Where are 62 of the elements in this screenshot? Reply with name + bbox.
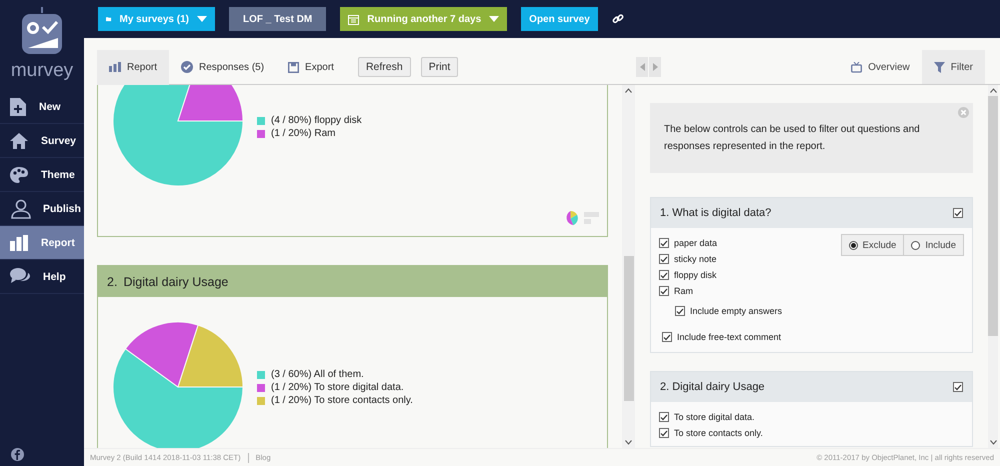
legend-label: (1 / 20%) To store digital data. xyxy=(271,382,404,393)
checkbox[interactable] xyxy=(659,254,669,264)
group-title: 2. Digital dairy Usage xyxy=(660,381,765,393)
bar-chart-icon xyxy=(9,234,29,252)
checkbox[interactable] xyxy=(659,270,669,280)
group-title: 1. What is digital data? xyxy=(660,207,772,219)
check-circle-icon xyxy=(181,61,194,73)
report-tab[interactable]: Report xyxy=(97,50,170,84)
people-icon xyxy=(9,198,31,218)
calendar-icon xyxy=(348,14,360,24)
sidebar-item[interactable]: Report xyxy=(0,226,84,260)
option-label: Include empty answers xyxy=(690,306,782,316)
right-triangle-icon xyxy=(652,63,658,71)
option-label: Ram xyxy=(674,286,694,296)
option-label: Include free-text comment xyxy=(677,332,782,342)
checkbox[interactable] xyxy=(659,238,669,248)
legend-label: (3 / 60%) All of them. xyxy=(271,369,364,380)
question-title: Digital dairy Usage xyxy=(123,274,228,288)
option-label: sticky note xyxy=(674,254,717,264)
home-icon xyxy=(9,132,29,150)
caret-icon xyxy=(489,16,500,22)
radio-button[interactable] xyxy=(911,240,920,250)
option-label: To store digital data. xyxy=(674,412,755,422)
radio-button[interactable] xyxy=(848,240,858,250)
print-button[interactable]: Print xyxy=(420,57,458,77)
document-plus-icon xyxy=(9,96,27,116)
legend-label: (4 / 80%) floppy disk xyxy=(271,115,362,126)
checkbox[interactable] xyxy=(659,286,669,296)
speech-bubbles-icon xyxy=(9,267,31,286)
option-label: floppy disk xyxy=(674,270,717,280)
question-number: 2. xyxy=(107,274,118,288)
checkbox[interactable] xyxy=(662,332,672,342)
legend-label: (1 / 20%) Ram xyxy=(271,128,336,139)
mode-toggle[interactable]: Include xyxy=(904,234,964,256)
option-label: To store contacts only. xyxy=(674,428,763,438)
panel-tab[interactable]: Filter xyxy=(922,50,985,84)
info-text: The below controls can be used to filter out questions and responses represented in the report. xyxy=(664,124,920,152)
checkbox[interactable] xyxy=(953,382,963,392)
checkbox[interactable] xyxy=(953,208,963,218)
survey-name-button[interactable]: LOF _ Test DM xyxy=(229,7,326,31)
bar-chart-icon xyxy=(109,62,121,72)
legend-label: (1 / 20%) To store contacts only. xyxy=(271,395,413,406)
checkbox[interactable] xyxy=(659,428,669,438)
checkbox[interactable] xyxy=(659,412,669,422)
panel-tab[interactable]: Overview xyxy=(839,50,922,84)
left-triangle-icon xyxy=(640,63,644,71)
caret-icon xyxy=(197,16,207,22)
checkbox[interactable] xyxy=(675,306,685,316)
report-tab[interactable]: Export xyxy=(276,50,346,84)
option-label: paper data xyxy=(674,238,718,248)
funnel-icon xyxy=(934,62,945,72)
logo-text: murvey xyxy=(10,60,74,82)
scrollbar[interactable] xyxy=(622,85,635,448)
palette-icon xyxy=(9,166,29,184)
report-tab[interactable]: Responses (5) xyxy=(169,50,276,84)
refresh-button[interactable]: Refresh xyxy=(358,57,411,77)
tv-icon xyxy=(851,62,862,72)
mode-toggle[interactable]: Exclude xyxy=(840,234,904,256)
sidebar-item[interactable]: New xyxy=(0,90,84,124)
link-icon[interactable] xyxy=(612,13,624,25)
scrollbar[interactable] xyxy=(988,85,998,448)
facebook-icon[interactable] xyxy=(11,448,24,461)
